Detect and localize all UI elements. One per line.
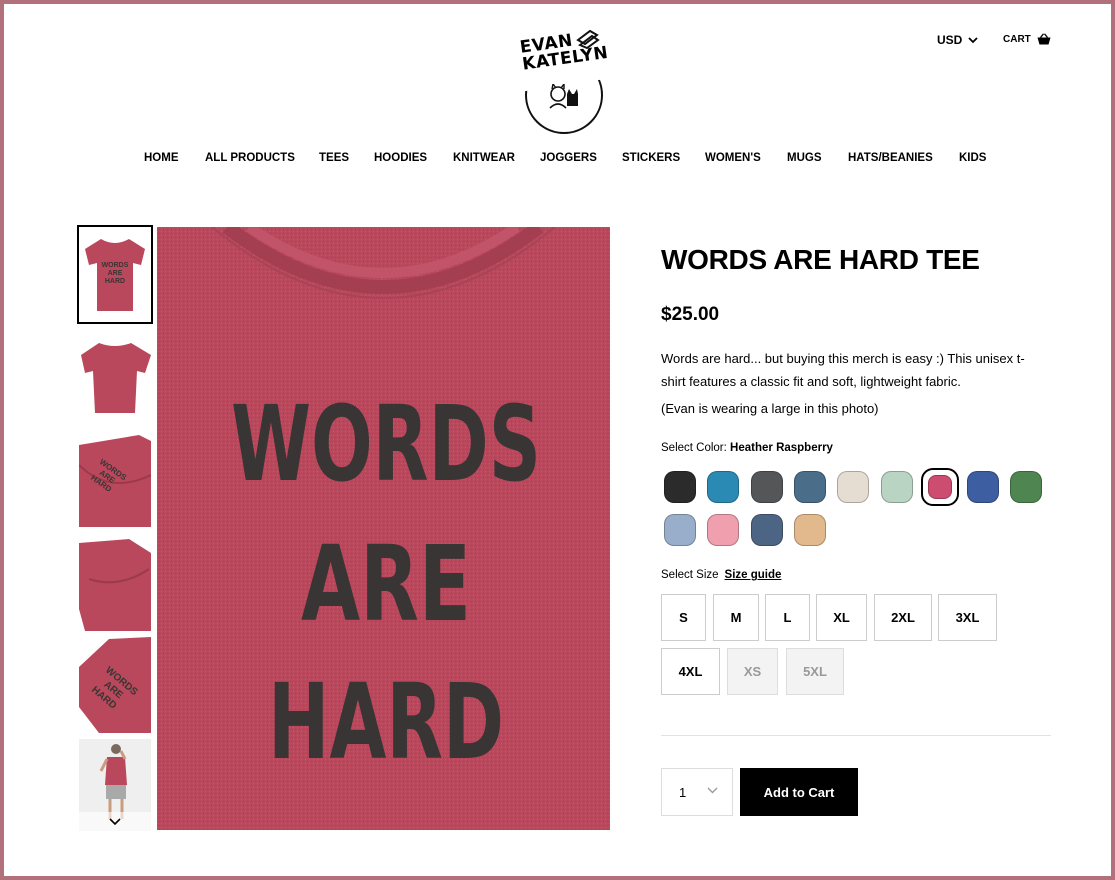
- chevron-down-icon: [707, 787, 718, 794]
- logo-ampersand-icon: [576, 29, 600, 50]
- size-option-l[interactable]: L: [765, 594, 810, 641]
- nav-home[interactable]: HOME: [144, 152, 179, 164]
- thumbnail-scroll-down[interactable]: [79, 812, 151, 832]
- size-option-4xl[interactable]: 4XL: [661, 648, 720, 695]
- product-title: WORDS ARE HARD TEE: [661, 244, 980, 275]
- currency-selector[interactable]: USD: [937, 33, 978, 47]
- size-option-m[interactable]: M: [713, 594, 759, 641]
- thumbnail-detail-3[interactable]: WORDS ARE HARD: [79, 637, 151, 733]
- thumb-print-line-3: HARD: [105, 278, 125, 285]
- product-note: (Evan is wearing a large in this photo): [661, 401, 879, 416]
- shirt-print-line-1: WORDS: [231, 383, 541, 505]
- thumbnail-detail-2[interactable]: [79, 539, 151, 631]
- size-label: Select Size Size guide: [661, 569, 781, 581]
- shirt-print-line-2: ARE: [301, 523, 471, 645]
- thumb-print-line-2: ARE: [108, 270, 123, 277]
- logo-cats-icon: [549, 84, 578, 109]
- nav-womens[interactable]: WOMEN'S: [705, 152, 761, 164]
- nav-knitwear[interactable]: KNITWEAR: [453, 152, 515, 164]
- currency-label: USD: [937, 33, 963, 47]
- nav-all-products[interactable]: ALL PRODUCTS: [205, 152, 295, 164]
- nav-tees[interactable]: TEES: [319, 152, 349, 164]
- size-option-2xl[interactable]: 2XL: [874, 594, 932, 641]
- thumb-print-line-1: WORDS: [102, 262, 129, 269]
- color-swatch[interactable]: [664, 471, 696, 503]
- quantity-select[interactable]: 1: [661, 768, 733, 816]
- chevron-down-icon: [968, 36, 978, 43]
- color-swatch[interactable]: [927, 475, 952, 499]
- nav-hats-beanies[interactable]: HATS/BEANIES: [848, 152, 933, 164]
- thumbnail-detail-1[interactable]: WORDS ARE HARD: [79, 435, 151, 527]
- color-swatch[interactable]: [793, 514, 826, 546]
- main-nav: HOME ALL PRODUCTS TEES HOODIES KNITWEAR …: [0, 152, 1115, 168]
- cart-link[interactable]: CART: [1003, 33, 1051, 45]
- color-swatch[interactable]: [664, 514, 696, 546]
- size-option-3xl[interactable]: 3XL: [938, 594, 997, 641]
- basket-icon: [1037, 33, 1051, 45]
- select-color-text: Select Color:: [661, 442, 727, 454]
- nav-hoodies[interactable]: HOODIES: [374, 152, 427, 164]
- color-swatch[interactable]: [837, 471, 870, 503]
- product-price: $25.00: [661, 304, 720, 325]
- color-swatch[interactable]: [707, 471, 740, 503]
- selected-color-name: Heather Raspberry: [730, 442, 833, 454]
- color-swatch[interactable]: [750, 514, 783, 546]
- color-swatch[interactable]: [750, 471, 783, 503]
- add-to-cart-button[interactable]: Add to Cart: [740, 768, 858, 816]
- color-swatch[interactable]: [1010, 471, 1043, 503]
- nav-mugs[interactable]: MUGS: [787, 152, 822, 164]
- color-label: Select Color: Heather Raspberry: [661, 442, 833, 454]
- color-swatch[interactable]: [707, 514, 740, 546]
- shirt-print-line-3: HARD: [268, 661, 504, 783]
- nav-kids[interactable]: KIDS: [959, 152, 986, 164]
- chevron-down-icon: [109, 818, 121, 826]
- brand-logo[interactable]: EVAN KATELYN: [515, 26, 615, 134]
- color-swatch[interactable]: [793, 471, 826, 503]
- thumbnail-front[interactable]: WORDS ARE HARD: [77, 225, 153, 324]
- size-option-5xl[interactable]: 5XL: [786, 648, 844, 695]
- size-option-xl[interactable]: XL: [816, 594, 867, 641]
- quantity-value: 1: [679, 784, 687, 800]
- cart-label: CART: [1003, 33, 1031, 45]
- color-swatch[interactable]: [967, 471, 1000, 503]
- size-option-xs[interactable]: XS: [727, 648, 778, 695]
- select-size-text: Select Size: [661, 569, 719, 581]
- divider: [661, 735, 1051, 736]
- color-swatch[interactable]: [880, 471, 913, 503]
- size-guide-link[interactable]: Size guide: [725, 569, 782, 581]
- size-option-s[interactable]: S: [661, 594, 706, 641]
- main-product-image[interactable]: WORDS ARE HARD: [157, 227, 610, 830]
- nav-joggers[interactable]: JOGGERS: [540, 152, 597, 164]
- product-description: Words are hard... but buying this merch …: [661, 351, 1025, 389]
- thumbnail-back[interactable]: [79, 335, 151, 420]
- nav-stickers[interactable]: STICKERS: [622, 152, 680, 164]
